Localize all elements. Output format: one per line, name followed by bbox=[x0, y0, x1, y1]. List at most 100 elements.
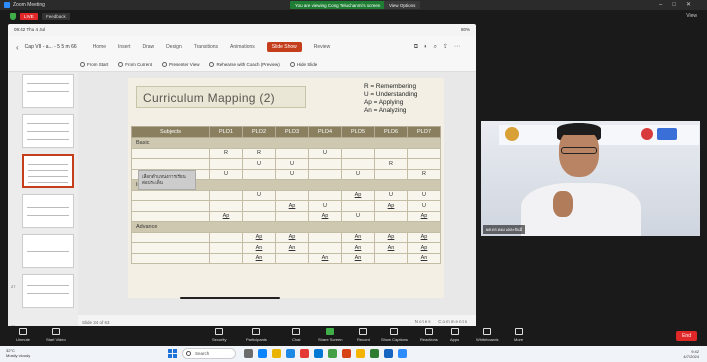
window-controls[interactable]: –□✕ bbox=[659, 1, 701, 8]
word-icon[interactable] bbox=[384, 349, 393, 358]
unmute-button[interactable]: Unmute bbox=[16, 328, 30, 342]
tab-animations[interactable]: Animations bbox=[230, 44, 255, 50]
cc-icon bbox=[390, 328, 399, 335]
tab-insert[interactable]: Insert bbox=[118, 44, 131, 50]
feedback-button[interactable]: Feedback bbox=[42, 13, 70, 20]
from-current-button[interactable]: From Current bbox=[118, 62, 152, 67]
back-chevron-icon[interactable]: ‹ bbox=[16, 43, 19, 52]
file-name[interactable]: Cap VII - a... - 5 5 m 66 bbox=[25, 44, 77, 50]
column-header-plo: PLO6 bbox=[374, 126, 408, 138]
plo-cell: U bbox=[209, 168, 243, 180]
plo-cell: Ap bbox=[407, 242, 441, 254]
tablet-time: 09:42 bbox=[14, 26, 26, 32]
shared-screen: 09:42 Thu 4 Jul 80% ‹ Cap VII - a... - 5… bbox=[8, 24, 476, 329]
camera-icon bbox=[51, 328, 60, 335]
notes-button[interactable]: Notes bbox=[415, 319, 432, 324]
university-logo bbox=[505, 127, 519, 141]
plo-cell bbox=[341, 158, 375, 170]
start-video-button[interactable]: Start Video bbox=[46, 328, 66, 342]
end-button[interactable]: End bbox=[676, 331, 697, 341]
live-badge[interactable]: LIVE bbox=[20, 13, 38, 20]
apps-icon bbox=[450, 328, 459, 335]
participants-button[interactable]: Participants bbox=[246, 328, 267, 342]
slide-thumbnail[interactable] bbox=[22, 74, 74, 108]
app-icon[interactable] bbox=[300, 349, 309, 358]
view-options-button[interactable]: View Options bbox=[384, 1, 421, 9]
share-icon bbox=[326, 328, 335, 335]
zoom-icon[interactable] bbox=[398, 349, 407, 358]
plo-cell: U bbox=[275, 168, 309, 180]
captions-button[interactable]: Show Captions bbox=[381, 328, 408, 342]
line-icon[interactable] bbox=[328, 349, 337, 358]
plo-cell: An bbox=[275, 242, 309, 254]
hide-slide-button[interactable]: Hide Slide bbox=[289, 62, 317, 67]
rehearse-button[interactable]: Rehearse with Coach (Preview) bbox=[209, 62, 280, 67]
tab-home[interactable]: Home bbox=[93, 44, 106, 50]
slide-counter: Slide 34 of 63 bbox=[82, 319, 110, 325]
from-start-button[interactable]: From Start bbox=[80, 62, 108, 67]
share-screen-button[interactable]: Share Screen bbox=[318, 328, 342, 342]
zoom-logo-icon bbox=[4, 2, 10, 8]
play-icon bbox=[118, 62, 124, 67]
store-icon[interactable] bbox=[314, 349, 323, 358]
plo-cell: U bbox=[341, 210, 375, 222]
current-slide[interactable]: Curriculum Mapping (2) R = Remembering U… bbox=[128, 78, 444, 298]
plo-cell bbox=[341, 200, 375, 212]
plo-cell bbox=[341, 147, 375, 159]
windows-taskbar bbox=[0, 346, 707, 362]
powerpoint-icon[interactable] bbox=[342, 349, 351, 358]
slide-thumbnail[interactable] bbox=[22, 234, 74, 268]
plo-cell: An bbox=[242, 242, 276, 254]
edge-icon[interactable] bbox=[258, 349, 267, 358]
shield-icon[interactable] bbox=[10, 13, 16, 20]
plo-cell: U bbox=[407, 200, 441, 212]
chat-icon bbox=[292, 328, 301, 335]
mail-icon[interactable] bbox=[286, 349, 295, 358]
slide-thumbnail[interactable] bbox=[22, 114, 74, 148]
tablet-battery: 80% bbox=[460, 26, 470, 32]
rehearse-icon bbox=[209, 62, 215, 67]
powerpoint-ribbon: ‹ Cap VII - a... - 5 5 m 66 Home Insert … bbox=[8, 36, 476, 58]
reactions-button[interactable]: Reactions bbox=[420, 328, 438, 342]
weather-widget[interactable]: 32°C Mostly cloudy bbox=[6, 348, 30, 358]
excel-icon[interactable] bbox=[370, 349, 379, 358]
tab-slide-show[interactable]: Slide Show bbox=[266, 42, 302, 52]
slide-thumbnail-selected[interactable] bbox=[22, 154, 74, 188]
windows-start-icon[interactable] bbox=[168, 349, 177, 358]
presenter-view-button[interactable]: Presenter View bbox=[162, 62, 199, 67]
taskbar-search[interactable]: Search bbox=[182, 348, 236, 359]
tab-transitions[interactable]: Transitions bbox=[194, 44, 218, 50]
tab-review[interactable]: Review bbox=[314, 44, 330, 50]
speaker-video[interactable]: ผศ.ดร.คอง เตละจันมี bbox=[481, 121, 700, 236]
subject-cell bbox=[131, 231, 210, 243]
subject-cell bbox=[131, 189, 210, 201]
more-button[interactable]: More bbox=[514, 328, 523, 342]
file-explorer-icon[interactable] bbox=[272, 349, 281, 358]
column-header-subjects: Subjects bbox=[131, 126, 210, 138]
legend-item: R = Remembering bbox=[364, 83, 417, 90]
security-button[interactable]: Security bbox=[212, 328, 226, 342]
column-header-plo: PLO5 bbox=[341, 126, 375, 138]
whiteboards-button[interactable]: Whiteboards bbox=[476, 328, 498, 342]
tab-design[interactable]: Design bbox=[166, 44, 182, 50]
slide-thumbnail[interactable] bbox=[22, 194, 74, 228]
view-button[interactable]: View bbox=[686, 13, 697, 19]
apps-button[interactable]: Apps bbox=[450, 328, 459, 342]
plo-cell: U bbox=[242, 189, 276, 201]
tablet-statusbar: 09:42 Thu 4 Jul 80% bbox=[8, 24, 476, 34]
system-tray-clock[interactable]: 9:42 4/7/2024 bbox=[683, 349, 699, 359]
window-title: Zoom Meeting bbox=[13, 2, 45, 8]
tab-draw[interactable]: Draw bbox=[143, 44, 155, 50]
home-indicator bbox=[180, 297, 280, 299]
record-button[interactable]: Record bbox=[357, 328, 370, 342]
slide-thumbnail[interactable] bbox=[22, 274, 74, 308]
column-header-plo: PLO7 bbox=[407, 126, 441, 138]
chat-button[interactable]: Chat bbox=[292, 328, 300, 342]
plo-cell: R bbox=[242, 147, 276, 159]
comments-button[interactable]: Comments bbox=[438, 319, 468, 324]
legend-item: Ap = Applying bbox=[364, 99, 404, 106]
viewing-screen-banner: You are viewing Cong Teluchanmi's screen bbox=[290, 1, 386, 9]
task-view-icon[interactable] bbox=[244, 349, 253, 358]
ribbon-tool-icons[interactable]: ⧉◐⌕⇪⋯ bbox=[414, 43, 466, 51]
chrome-icon[interactable] bbox=[356, 349, 365, 358]
